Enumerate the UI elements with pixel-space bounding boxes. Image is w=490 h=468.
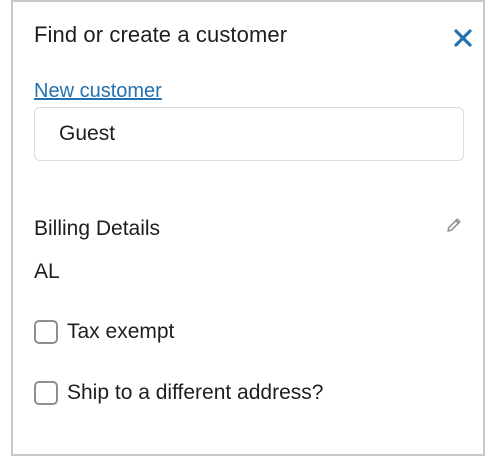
billing-details-value: AL — [34, 260, 60, 283]
close-icon — [454, 29, 472, 47]
tax-exempt-label: Tax exempt — [67, 320, 175, 343]
panel-title: Find or create a customer — [34, 22, 288, 47]
ship-different-checkbox[interactable] — [34, 381, 58, 405]
ship-different-label: Ship to a different address? — [67, 381, 324, 404]
new-customer-link[interactable]: New customer — [34, 80, 162, 103]
pencil-icon — [447, 218, 461, 232]
customer-panel: Find or create a customer New customer B… — [11, 0, 485, 456]
customer-search-input[interactable] — [34, 107, 464, 161]
close-button[interactable] — [451, 26, 475, 50]
tax-exempt-option[interactable]: Tax exempt — [34, 320, 174, 344]
edit-billing-button[interactable] — [445, 216, 463, 234]
tax-exempt-checkbox[interactable] — [34, 320, 58, 344]
ship-different-option[interactable]: Ship to a different address? — [34, 381, 323, 405]
billing-details-title: Billing Details — [34, 217, 161, 240]
